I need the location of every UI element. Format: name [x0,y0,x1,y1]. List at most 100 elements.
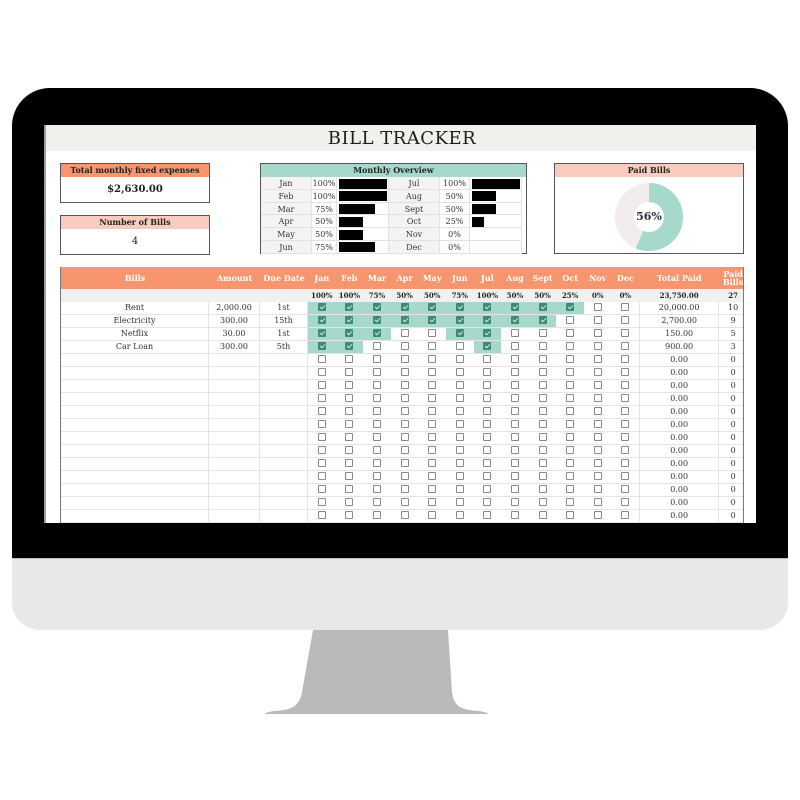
unchecked-checkbox[interactable] [372,433,381,441]
unchecked-checkbox[interactable] [400,459,409,467]
unchecked-checkbox[interactable] [483,355,492,363]
due-date-cell[interactable] [260,406,308,418]
checked-checkbox[interactable] [566,303,575,311]
bill-name-cell[interactable]: Netflix [61,328,209,340]
unchecked-checkbox[interactable] [483,420,492,428]
amount-cell[interactable]: 2,000.00 [209,302,260,314]
checked-checkbox[interactable] [483,329,492,337]
unchecked-checkbox[interactable] [428,485,437,493]
unchecked-checkbox[interactable] [566,316,575,324]
due-date-cell[interactable] [260,445,308,457]
unchecked-checkbox[interactable] [510,498,519,506]
bill-name-cell[interactable] [61,393,209,405]
amount-cell[interactable] [209,484,260,496]
unchecked-checkbox[interactable] [428,472,437,480]
bill-name-cell[interactable] [61,497,209,509]
unchecked-checkbox[interactable] [455,394,464,402]
unchecked-checkbox[interactable] [483,511,492,519]
unchecked-checkbox[interactable] [455,368,464,376]
due-date-cell[interactable]: 1st [260,302,308,314]
unchecked-checkbox[interactable] [345,368,354,376]
unchecked-checkbox[interactable] [483,485,492,493]
unchecked-checkbox[interactable] [400,394,409,402]
unchecked-checkbox[interactable] [566,498,575,506]
unchecked-checkbox[interactable] [621,342,630,350]
unchecked-checkbox[interactable] [428,420,437,428]
unchecked-checkbox[interactable] [345,485,354,493]
bill-name-cell[interactable] [61,445,209,457]
unchecked-checkbox[interactable] [400,381,409,389]
checked-checkbox[interactable] [455,316,464,324]
checked-checkbox[interactable] [400,316,409,324]
unchecked-checkbox[interactable] [566,394,575,402]
amount-cell[interactable]: 30.00 [209,328,260,340]
unchecked-checkbox[interactable] [566,446,575,454]
amount-cell[interactable] [209,406,260,418]
unchecked-checkbox[interactable] [400,329,409,337]
unchecked-checkbox[interactable] [455,498,464,506]
bill-name-cell[interactable] [61,484,209,496]
amount-cell[interactable] [209,380,260,392]
unchecked-checkbox[interactable] [455,342,464,350]
unchecked-checkbox[interactable] [483,407,492,415]
unchecked-checkbox[interactable] [566,433,575,441]
checked-checkbox[interactable] [345,329,354,337]
unchecked-checkbox[interactable] [372,407,381,415]
unchecked-checkbox[interactable] [538,329,547,337]
unchecked-checkbox[interactable] [510,381,519,389]
checked-checkbox[interactable] [483,316,492,324]
due-date-cell[interactable] [260,367,308,379]
unchecked-checkbox[interactable] [428,381,437,389]
unchecked-checkbox[interactable] [317,511,326,519]
due-date-cell[interactable]: 5th [260,341,308,353]
unchecked-checkbox[interactable] [538,342,547,350]
unchecked-checkbox[interactable] [510,407,519,415]
unchecked-checkbox[interactable] [538,368,547,376]
due-date-cell[interactable] [260,471,308,483]
bill-name-cell[interactable] [61,471,209,483]
checked-checkbox[interactable] [372,316,381,324]
bill-name-cell[interactable]: Rent [61,302,209,314]
unchecked-checkbox[interactable] [372,511,381,519]
unchecked-checkbox[interactable] [345,498,354,506]
unchecked-checkbox[interactable] [400,472,409,480]
bill-name-cell[interactable]: Car Loan [61,341,209,353]
unchecked-checkbox[interactable] [593,303,602,311]
unchecked-checkbox[interactable] [566,459,575,467]
unchecked-checkbox[interactable] [317,459,326,467]
amount-cell[interactable] [209,393,260,405]
unchecked-checkbox[interactable] [428,355,437,363]
amount-cell[interactable] [209,432,260,444]
unchecked-checkbox[interactable] [372,355,381,363]
unchecked-checkbox[interactable] [483,433,492,441]
bill-name-cell[interactable] [61,380,209,392]
unchecked-checkbox[interactable] [317,485,326,493]
unchecked-checkbox[interactable] [483,446,492,454]
unchecked-checkbox[interactable] [428,407,437,415]
checked-checkbox[interactable] [483,342,492,350]
unchecked-checkbox[interactable] [428,329,437,337]
unchecked-checkbox[interactable] [372,498,381,506]
unchecked-checkbox[interactable] [455,485,464,493]
due-date-cell[interactable] [260,458,308,470]
unchecked-checkbox[interactable] [538,511,547,519]
unchecked-checkbox[interactable] [428,394,437,402]
checked-checkbox[interactable] [317,316,326,324]
unchecked-checkbox[interactable] [538,485,547,493]
unchecked-checkbox[interactable] [372,485,381,493]
unchecked-checkbox[interactable] [593,407,602,415]
due-date-cell[interactable] [260,484,308,496]
unchecked-checkbox[interactable] [593,342,602,350]
checked-checkbox[interactable] [317,342,326,350]
unchecked-checkbox[interactable] [510,355,519,363]
unchecked-checkbox[interactable] [566,407,575,415]
unchecked-checkbox[interactable] [345,407,354,415]
unchecked-checkbox[interactable] [428,459,437,467]
bill-name-cell[interactable] [61,458,209,470]
unchecked-checkbox[interactable] [621,498,630,506]
unchecked-checkbox[interactable] [400,407,409,415]
unchecked-checkbox[interactable] [317,407,326,415]
checked-checkbox[interactable] [345,316,354,324]
unchecked-checkbox[interactable] [345,394,354,402]
unchecked-checkbox[interactable] [345,355,354,363]
